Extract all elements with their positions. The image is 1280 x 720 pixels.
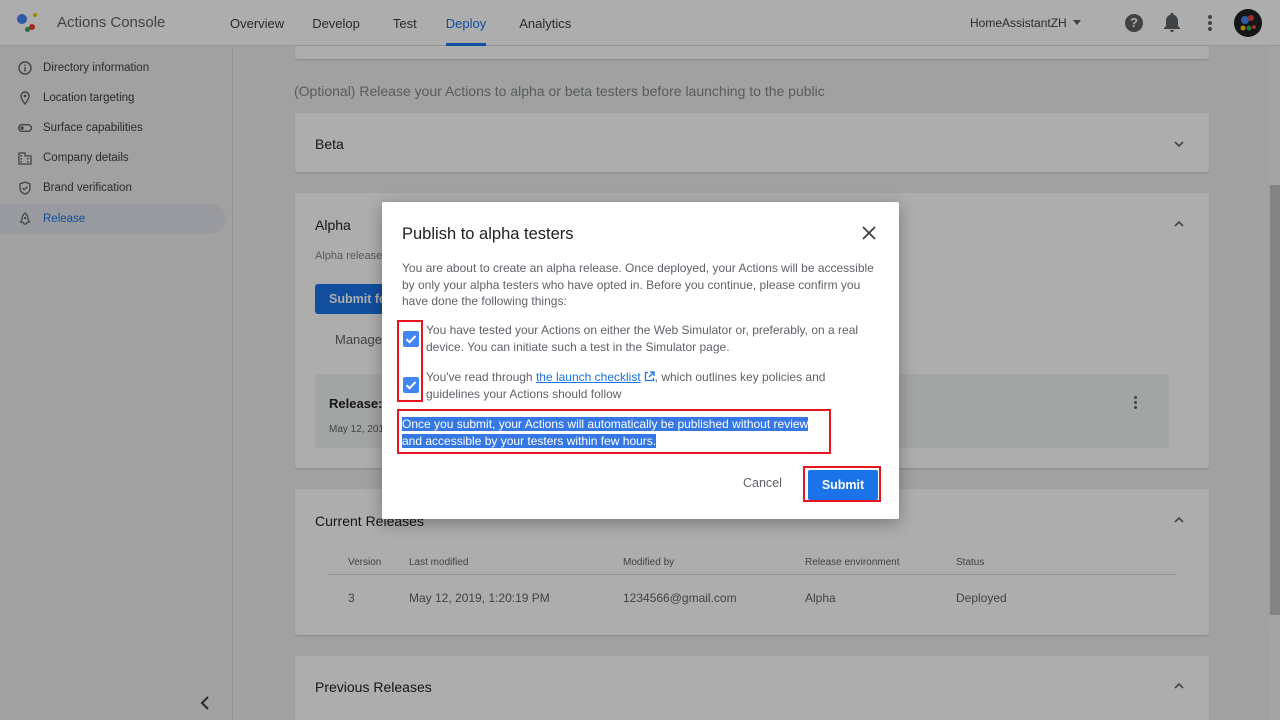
submit-button[interactable]: Submit (808, 470, 878, 500)
publish-dialog: Publish to alpha testers You are about t… (382, 202, 899, 519)
dialog-body-text: You are about to create an alpha release… (402, 261, 874, 308)
check-icon (405, 335, 417, 344)
checklist-checkbox-label: You've read through the launch checklist… (426, 369, 876, 402)
tested-checkbox[interactable] (403, 331, 419, 347)
external-link-icon[interactable] (644, 371, 655, 382)
confirm-tested-row: You have tested your Actions on either t… (398, 322, 878, 356)
cancel-button[interactable]: Cancel (743, 476, 782, 490)
confirm-checklist-row: You've read through the launch checklist… (398, 369, 878, 403)
close-icon[interactable] (862, 226, 876, 240)
label-text: You've read through (426, 370, 536, 384)
tested-checkbox-label: You have tested your Actions on either t… (426, 323, 859, 354)
check-icon (405, 381, 417, 390)
selected-notice-text: Once you submit, your Actions will autom… (402, 417, 809, 448)
auto-publish-notice: Once you submit, your Actions will autom… (402, 416, 830, 449)
dialog-title: Publish to alpha testers (402, 225, 574, 243)
launch-checklist-link[interactable]: the launch checklist (536, 370, 641, 384)
checklist-checkbox[interactable] (403, 377, 419, 393)
